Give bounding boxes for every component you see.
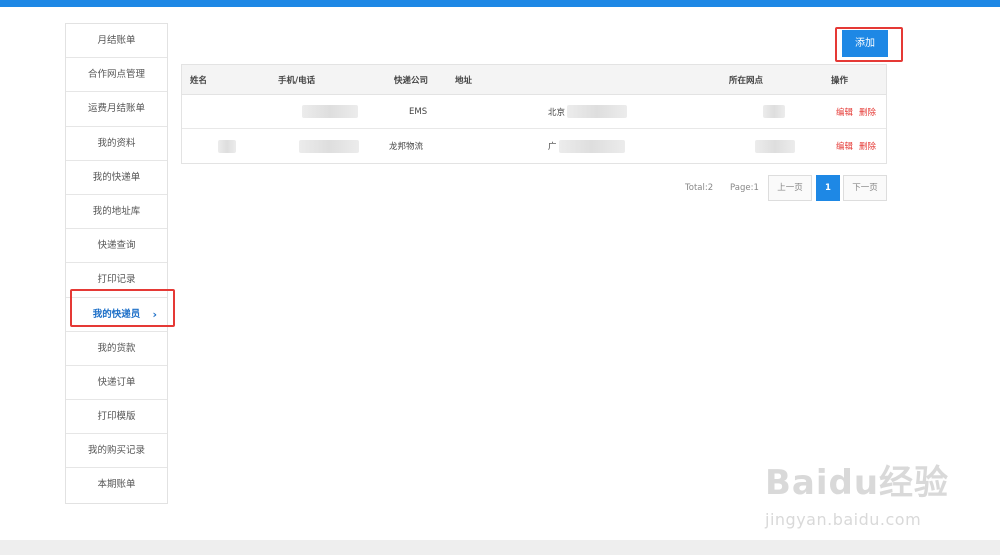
courier-table: 姓名 手机/电话 快递公司 地址 所在网点 操作 EMS 北京 编辑 删除 龙邦… [181,64,887,164]
sidebar-item-label: 打印记录 [97,274,136,286]
sidebar-item-print-records[interactable]: 打印记录 [66,263,167,298]
pagination-total: Total:2 [685,183,714,193]
col-header-outlet: 所在网点 [729,75,764,86]
cell-outlet-redacted [763,95,785,128]
sidebar-item-express-orders[interactable]: 快递订单 [66,366,167,401]
chevron-right-icon: › [152,307,157,321]
sidebar-item-my-couriers[interactable]: 我的快递员 › [66,298,167,332]
add-courier-button[interactable]: 添加 [842,30,888,57]
sidebar-item-label: 我的购买记录 [87,445,145,457]
edit-link[interactable]: 编辑 [836,140,853,152]
cell-address: 北京 [548,95,628,128]
cell-address: 广 [548,129,625,163]
cell-company: EMS [409,106,428,117]
sidebar-item-current-bill[interactable]: 本期账单 [66,468,167,502]
watermark-brand: Baidu经验 [765,463,950,503]
next-page-button[interactable]: 下一页 [843,175,887,201]
sidebar-item-label: 运费月结账单 [87,103,145,115]
col-header-phone: 手机/电话 [278,75,316,86]
cell-phone-redacted [302,95,358,128]
cell-phone-redacted [299,129,359,163]
baidu-jingyan-watermark: Baidu经验 jingyan.baidu.com [765,455,949,529]
sidebar-item-purchase-records[interactable]: 我的购买记录 [66,434,167,469]
sidebar-item-label: 我的快递单 [92,171,141,183]
sidebar-item-my-waybills[interactable]: 我的快递单 [66,161,167,195]
sidebar-item-label: 我的快递员 [92,308,141,320]
sidebar-item-my-profile[interactable]: 我的资料 [66,127,167,161]
cell-name-redacted [218,129,236,163]
delete-link[interactable]: 删除 [859,140,876,152]
top-accent-bar [0,0,1000,7]
col-header-ops: 操作 [831,75,849,86]
col-header-name: 姓名 [190,75,208,86]
sidebar-item-monthly-bill[interactable]: 月结账单 [66,24,167,59]
sidebar-item-label: 合作网点管理 [87,69,145,81]
watermark-url: jingyan.baidu.com [765,510,922,529]
table-row: 龙邦物流 广 编辑 删除 [182,129,886,163]
sidebar-item-tracking-query[interactable]: 快递查询 [66,229,167,264]
footer-bar [0,540,1000,555]
sidebar-item-label: 我的资料 [97,137,136,149]
cell-company: 龙邦物流 [389,142,424,152]
table-header: 姓名 手机/电话 快递公司 地址 所在网点 操作 [182,65,886,95]
sidebar-item-my-payments[interactable]: 我的货款 [66,332,167,366]
sidebar-item-label: 快递订单 [97,376,136,388]
sidebar-item-label: 快递查询 [97,240,136,252]
delete-link[interactable]: 删除 [859,106,876,118]
sidebar-item-label: 我的地址库 [92,205,141,217]
edit-link[interactable]: 编辑 [836,106,853,118]
sidebar-item-label: 本期账单 [97,479,136,491]
cell-ops: 编辑 删除 [836,95,882,128]
sidebar-item-label: 月结账单 [97,35,136,46]
sidebar-item-address-book[interactable]: 我的地址库 [66,195,167,230]
sidebar-item-partner-outlets[interactable]: 合作网点管理 [66,58,167,93]
cell-ops: 编辑 删除 [836,129,882,163]
cell-outlet-redacted [755,129,795,163]
col-header-company: 快递公司 [394,75,429,86]
page-1-button[interactable]: 1 [816,175,840,201]
table-row: EMS 北京 编辑 删除 [182,95,886,129]
sidebar-item-label: 打印模版 [97,411,136,423]
sidebar-item-print-templates[interactable]: 打印模版 [66,400,167,435]
col-header-address: 地址 [455,75,473,86]
sidebar-item-label: 我的货款 [97,342,136,354]
sidebar-item-freight-monthly-bill[interactable]: 运费月结账单 [66,92,167,127]
sidebar-menu: 月结账单 合作网点管理 运费月结账单 我的资料 我的快递单 我的地址库 快递查询… [65,23,168,504]
prev-page-button[interactable]: 上一页 [768,175,812,201]
pagination-page: Page:1 [730,183,759,193]
